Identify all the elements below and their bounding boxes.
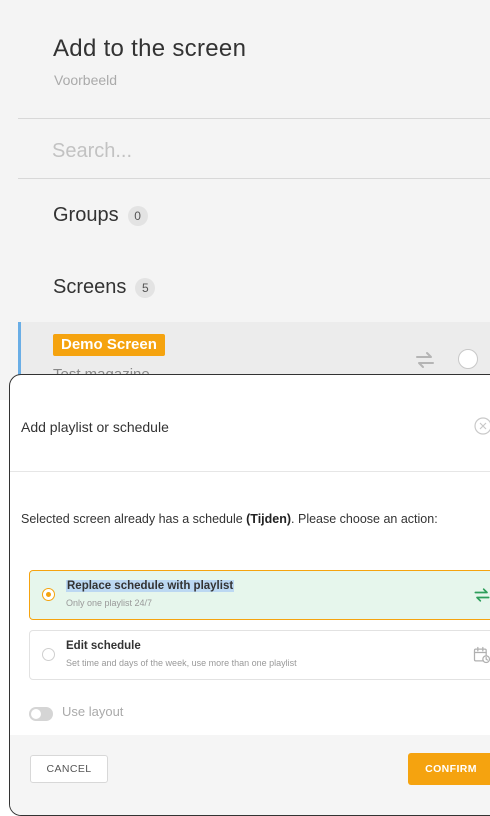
message-suffix: . Please choose an action: bbox=[291, 512, 438, 526]
modal-footer: CANCEL CONFIRM bbox=[10, 735, 490, 815]
option-radio[interactable] bbox=[42, 588, 55, 601]
repeat-icon bbox=[416, 352, 434, 368]
use-layout-label: Use layout bbox=[62, 704, 124, 719]
panel-subtitle: Voorbeeld bbox=[54, 72, 118, 88]
screens-label: Screens bbox=[53, 276, 127, 298]
screens-heading[interactable]: Screens 5 bbox=[53, 276, 156, 299]
option-title: Edit schedule bbox=[66, 640, 141, 652]
screen-select-radio[interactable] bbox=[458, 349, 478, 369]
modal-divider bbox=[10, 471, 490, 472]
schedule-name: (Tijden) bbox=[246, 512, 292, 526]
groups-count-badge: 0 bbox=[127, 205, 148, 226]
option-title: Replace schedule with playlist bbox=[66, 580, 235, 592]
modal-title: Add playlist or schedule bbox=[21, 419, 169, 435]
screens-count-badge: 5 bbox=[135, 277, 156, 298]
modal-message: Selected screen already has a schedule (… bbox=[21, 509, 481, 529]
option-description: Only one playlist 24/7 bbox=[66, 598, 153, 608]
option-replace-schedule[interactable]: Replace schedule with playlist Only one … bbox=[29, 570, 490, 620]
option-radio[interactable] bbox=[42, 648, 55, 661]
search-input[interactable] bbox=[52, 136, 472, 166]
modal-header: Add playlist or schedule bbox=[10, 375, 490, 441]
divider bbox=[18, 178, 490, 179]
repeat-icon bbox=[474, 588, 490, 602]
option-description: Set time and days of the week, use more … bbox=[66, 658, 297, 668]
add-playlist-modal: Add playlist or schedule Selected screen… bbox=[9, 374, 490, 816]
groups-label: Groups bbox=[53, 204, 119, 226]
cancel-button[interactable]: CANCEL bbox=[30, 755, 108, 783]
message-prefix: Selected screen already has a schedule bbox=[21, 512, 247, 526]
panel-title: Add to the screen bbox=[53, 35, 247, 62]
use-layout-toggle[interactable] bbox=[29, 707, 53, 721]
confirm-button[interactable]: CONFIRM bbox=[408, 753, 490, 785]
add-to-screen-panel: Add to the screen Voorbeeld Groups 0 Scr… bbox=[0, 0, 490, 400]
screen-name-badge: Demo Screen bbox=[53, 334, 165, 356]
close-icon[interactable] bbox=[474, 417, 490, 435]
groups-heading[interactable]: Groups 0 bbox=[53, 204, 148, 227]
calendar-clock-icon bbox=[473, 646, 490, 664]
option-edit-schedule[interactable]: Edit schedule Set time and days of the w… bbox=[29, 630, 490, 680]
divider bbox=[18, 118, 490, 119]
